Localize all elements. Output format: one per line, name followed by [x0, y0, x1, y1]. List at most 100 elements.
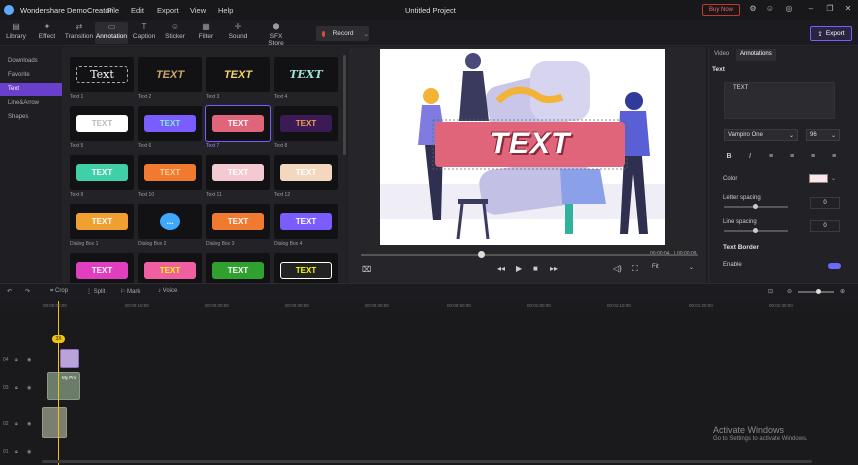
grid-scrollbar[interactable] [343, 55, 346, 155]
account-icon[interactable]: ☺ [765, 4, 775, 14]
template-thumbnail[interactable]: TEXT [70, 253, 134, 283]
lock-icon[interactable]: 🔒︎ [15, 385, 18, 391]
audio-video-clip[interactable] [42, 407, 67, 438]
volume-icon[interactable]: ◁) [613, 264, 622, 273]
tool-caption[interactable]: T Caption [132, 22, 156, 44]
undo-icon[interactable]: ↶ [7, 288, 12, 295]
previous-frame-icon[interactable]: ◂◂ [497, 264, 505, 273]
annotation-clip[interactable] [60, 349, 79, 368]
line-spacing-value[interactable]: 0 [810, 220, 840, 232]
redo-icon[interactable]: ↷ [25, 288, 30, 295]
italic-button[interactable]: I [744, 153, 756, 163]
tab-annotations[interactable]: Annotations [736, 49, 776, 61]
category-line-arrow[interactable]: Line&Arrow [0, 97, 62, 110]
tool-filter[interactable]: ▦ Filter [196, 22, 216, 44]
letter-spacing-value[interactable]: 0 [810, 197, 840, 209]
menu-file[interactable]: File [107, 6, 119, 15]
font-select[interactable]: Vampiro One ⌄ [724, 129, 798, 141]
template-thumbnail[interactable]: TEXT [138, 253, 202, 283]
eye-icon[interactable]: ◉ [27, 449, 31, 455]
canvas-text-annotation[interactable]: TEXT [480, 127, 580, 161]
template-thumbnail[interactable]: TEXT [206, 57, 270, 92]
zoom-handle[interactable] [816, 289, 821, 294]
template-thumbnail[interactable]: TEXT [70, 106, 134, 141]
font-size-select[interactable]: 96 ⌄ [806, 129, 840, 141]
template-thumbnail[interactable]: TEXT [206, 204, 270, 239]
timeline-scrollbar[interactable] [42, 460, 812, 463]
preview-canvas[interactable]: TEXT [380, 49, 665, 245]
fullscreen-icon[interactable]: ⛶ [632, 264, 638, 274]
template-thumbnail[interactable]: TEXT [274, 155, 338, 190]
eye-icon[interactable]: ◉ [27, 357, 31, 363]
align-right-icon[interactable]: ≡ [807, 153, 819, 163]
template-thumbnail[interactable]: TEXT [70, 155, 134, 190]
menu-help[interactable]: Help [218, 6, 233, 15]
mark-button[interactable]: ⚐ Mark [120, 288, 140, 295]
lock-icon[interactable]: 🔒︎ [15, 449, 18, 455]
template-thumbnail[interactable]: TEXT [274, 57, 338, 92]
eye-icon[interactable]: ◉ [27, 385, 31, 391]
playhead-marker[interactable]: 3X [52, 335, 65, 343]
next-frame-icon[interactable]: ▸▸ [550, 264, 558, 273]
tool-annotation[interactable]: ▭ Annotation [95, 22, 128, 44]
voice-button[interactable]: ♪ Voice [158, 288, 177, 294]
fit-dropdown[interactable]: Fit ⌄ [652, 264, 694, 274]
export-button[interactable]: ⇪ Export [810, 26, 852, 41]
template-thumbnail[interactable]: TEXT [138, 155, 202, 190]
close-icon[interactable]: ✕ [843, 4, 853, 14]
tool-sfx-store[interactable]: ⬢ SFX Store [262, 22, 290, 47]
template-thumbnail[interactable]: TEXT [274, 204, 338, 239]
chevron-down-icon[interactable]: ⌄ [831, 175, 836, 182]
template-thumbnail[interactable]: TEXT [138, 106, 202, 141]
lock-icon[interactable]: 🔒︎ [15, 421, 18, 427]
preview-progress-handle[interactable] [478, 251, 485, 258]
tool-effect[interactable]: ✦ Effect [36, 22, 58, 44]
category-downloads[interactable]: Downloads [0, 55, 62, 68]
collapse-icon[interactable]: ⌄ [713, 66, 717, 72]
template-thumbnail[interactable]: Text [70, 57, 134, 92]
tool-library[interactable]: ▤ Library [4, 22, 28, 44]
align-center-icon[interactable]: ≡ [786, 153, 798, 163]
minimize-icon[interactable]: – [806, 4, 816, 14]
split-button[interactable]: ⋮ Split [86, 288, 105, 295]
settings-icon[interactable]: ⚙ [748, 4, 758, 14]
enable-toggle[interactable] [828, 263, 841, 269]
preview-progress-bar[interactable] [361, 254, 698, 256]
tool-sticker[interactable]: ☺ Sticker [164, 22, 186, 44]
zoom-in-icon[interactable]: ⊕ [840, 288, 845, 295]
template-thumbnail[interactable]: TEXT [274, 253, 338, 283]
color-swatch[interactable] [809, 174, 828, 183]
stop-icon[interactable]: ■ [533, 264, 538, 273]
template-thumbnail[interactable]: TEXT [138, 57, 202, 92]
template-thumbnail[interactable]: TEXT [205, 105, 271, 142]
tab-video[interactable]: Video [710, 49, 733, 61]
menu-export[interactable]: Export [157, 6, 179, 15]
zoom-out-icon[interactable]: ⊖ [787, 288, 792, 295]
play-icon[interactable]: ▶ [516, 264, 522, 273]
letter-spacing-handle[interactable] [753, 204, 758, 209]
template-thumbnail[interactable]: TEXT [274, 106, 338, 141]
align-justify-icon[interactable]: ≡ [828, 153, 840, 163]
video-clip[interactable]: My Pro [47, 372, 80, 400]
lock-icon[interactable]: 🔒︎ [15, 357, 18, 363]
category-favorite[interactable]: Favorite [0, 69, 62, 82]
playhead[interactable] [58, 301, 59, 465]
template-thumbnail[interactable]: TEXT [206, 253, 270, 283]
line-spacing-handle[interactable] [753, 228, 758, 233]
buy-now-button[interactable]: Buy Now [702, 4, 740, 16]
align-left-icon[interactable]: ≡ [765, 153, 777, 163]
support-icon[interactable]: ◎ [784, 4, 794, 14]
template-thumbnail[interactable]: TEXT [206, 155, 270, 190]
maximize-icon[interactable]: ❐ [825, 4, 835, 14]
tool-sound[interactable]: ✛ Sound [228, 22, 248, 44]
eye-icon[interactable]: ◉ [27, 421, 31, 427]
bold-button[interactable]: B [723, 153, 735, 163]
template-thumbnail[interactable]: ... [138, 204, 202, 239]
tool-transition[interactable]: ⇄ Transition [64, 22, 94, 44]
menu-view[interactable]: View [190, 6, 206, 15]
template-thumbnail[interactable]: TEXT [70, 204, 134, 239]
category-text[interactable]: Text [0, 83, 62, 96]
crop-button[interactable]: ⌗ Crop [50, 288, 68, 295]
record-button[interactable]: Record ⌄ [316, 26, 369, 41]
fit-timeline-icon[interactable]: ⊡ [768, 288, 773, 295]
